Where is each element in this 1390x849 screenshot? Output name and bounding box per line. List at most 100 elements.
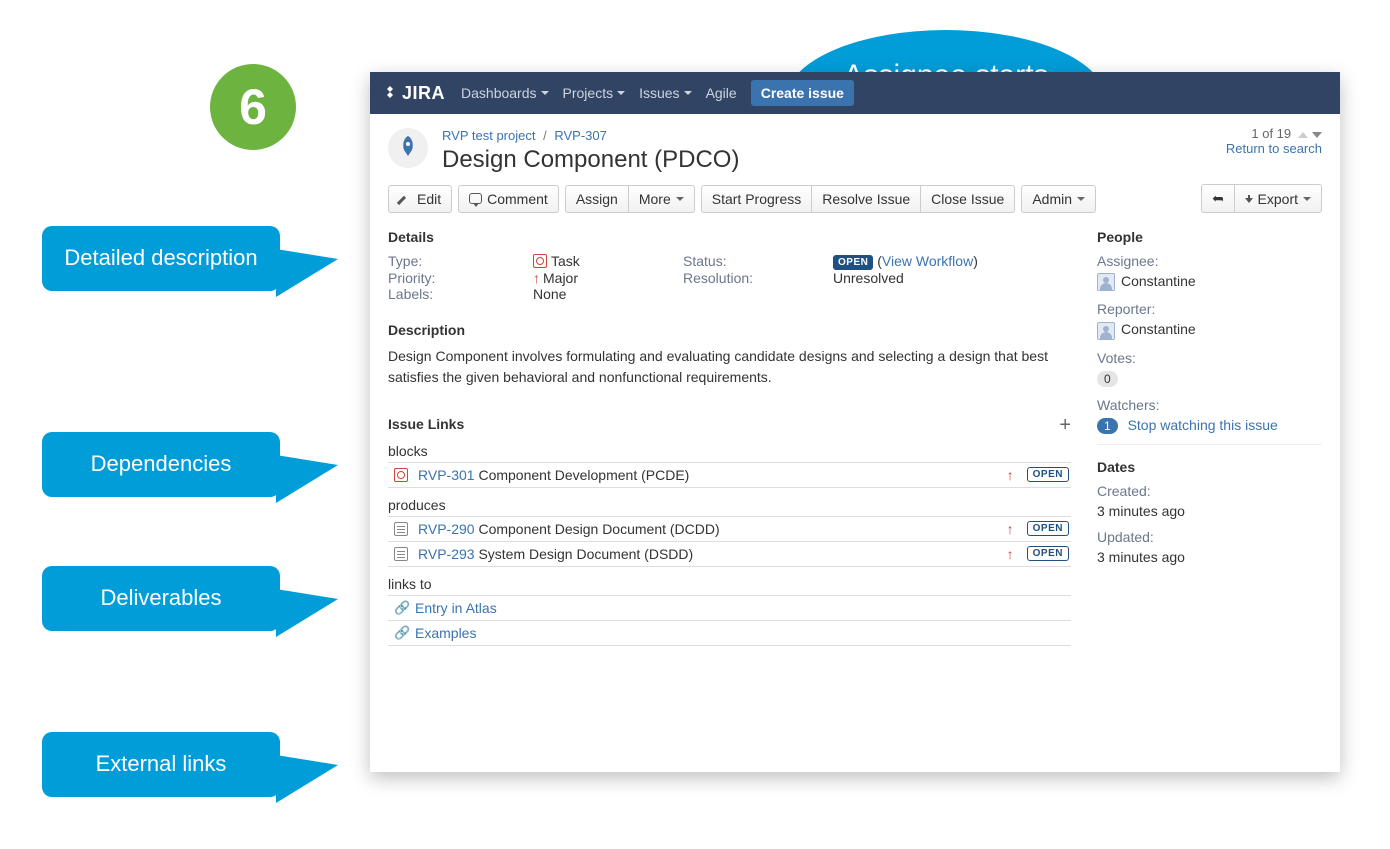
status-value: OPEN (View Workflow) [833,253,1071,270]
avatar-icon [1097,322,1115,340]
status-label: Status: [683,253,833,270]
rocket-icon [394,134,422,162]
created-value: 3 minutes ago [1097,503,1322,519]
main-column: Details Type: Task Status: OPEN (View Wo… [388,223,1071,652]
callout-dependencies: Dependencies [42,432,280,497]
reporter-value[interactable]: Constantine [1097,321,1322,339]
details-heading: Details [388,229,1071,245]
type-label: Type: [388,253,533,270]
caret-down-icon [1303,197,1311,201]
start-progress-button[interactable]: Start Progress [701,185,812,213]
add-link-button[interactable]: + [1059,418,1071,432]
linked-issue-key[interactable]: RVP-290 [418,521,475,537]
project-avatar[interactable] [388,128,428,168]
linked-issue-row[interactable]: RVP-301 Component Development (PCDE) ↑ OP… [388,462,1071,488]
comment-button[interactable]: Comment [458,185,559,213]
page-type-icon [394,522,408,536]
nav-projects[interactable]: Projects [563,85,626,101]
edit-button[interactable]: Edit [388,185,452,213]
priority-icon: ↑ [533,270,540,286]
labels-value: None [533,286,683,302]
nav-dashboards[interactable]: Dashboards [461,85,549,101]
pencil-icon [399,192,412,205]
link-icon: 🔗 [394,625,409,641]
issue-links-heading: Issue Links [388,416,464,432]
watchers-count: 1 [1097,418,1118,434]
links-blocks: blocks RVP-301 Component Development (PC… [388,440,1071,488]
admin-button[interactable]: Admin [1021,185,1096,213]
watchers-label: Watchers: [1097,397,1322,413]
more-button[interactable]: More [629,185,695,213]
updated-label: Updated: [1097,529,1322,545]
nav-agile[interactable]: Agile [706,85,737,101]
comment-icon [469,193,482,204]
share-icon: ➦ [1212,190,1224,207]
top-nav: JIRA Dashboards Projects Issues Agile Cr… [370,72,1340,114]
assignee-value[interactable]: Constantine [1097,273,1322,291]
avatar-icon [1097,273,1115,291]
resolution-label: Resolution: [683,270,833,286]
linked-issue-title: Component Design Document (DCDD) [478,521,719,537]
pager-next-icon[interactable] [1312,132,1322,138]
link-group-produces-label: produces [388,494,1071,516]
jira-window: JIRA Dashboards Projects Issues Agile Cr… [370,72,1340,772]
assign-button[interactable]: Assign [565,185,629,213]
project-link[interactable]: RVP test project [442,128,535,143]
issue-pager: 1 of 19 [1226,126,1322,141]
external-link-row[interactable]: 🔗 Examples [388,620,1071,646]
issue-key-link[interactable]: RVP-307 [554,128,607,143]
task-type-icon [533,254,547,268]
export-icon [1245,195,1253,203]
labels-label: Labels: [388,286,533,302]
close-issue-button[interactable]: Close Issue [921,185,1015,213]
status-lozenge: OPEN [1027,546,1069,561]
created-label: Created: [1097,483,1322,499]
caret-down-icon [684,91,692,95]
linked-issue-row[interactable]: RVP-293 System Design Document (DSDD) ↑ O… [388,541,1071,567]
jira-logo[interactable]: JIRA [382,83,445,104]
votes-count: 0 [1097,371,1118,387]
linked-issue-key[interactable]: RVP-301 [418,467,475,483]
external-link-row[interactable]: 🔗 Entry in Atlas [388,595,1071,620]
dates-heading: Dates [1097,459,1322,475]
linked-issue-row[interactable]: RVP-290 Component Design Document (DCDD)… [388,516,1071,541]
linked-issue-title: System Design Document (DSDD) [478,546,693,562]
linked-issue-key[interactable]: RVP-293 [418,546,475,562]
priority-icon: ↑ [1007,521,1014,537]
pager-prev-icon[interactable] [1298,132,1308,138]
jira-logo-icon [382,85,398,101]
priority-label: Priority: [388,270,533,286]
status-lozenge: OPEN [833,255,873,270]
updated-value: 3 minutes ago [1097,549,1322,565]
status-lozenge: OPEN [1027,467,1069,482]
external-link[interactable]: Examples [415,625,476,641]
task-type-icon [394,468,408,482]
view-workflow-link[interactable]: View Workflow [882,253,973,269]
export-button[interactable]: Export [1235,184,1322,213]
priority-icon: ↑ [1007,546,1014,562]
priority-value: ↑Major [533,270,683,286]
link-icon: 🔗 [394,600,409,616]
caret-down-icon [1077,197,1085,201]
resolution-value: Unresolved [833,270,1071,286]
stop-watching-link[interactable]: Stop watching this issue [1128,417,1278,433]
caret-down-icon [617,91,625,95]
assignee-label: Assignee: [1097,253,1322,269]
callout-external: External links [42,732,280,797]
create-issue-button[interactable]: Create issue [751,80,854,106]
issue-header: RVP test project / RVP-307 Design Compon… [370,114,1340,184]
return-to-search-link[interactable]: Return to search [1226,141,1322,156]
callout-description: Detailed description [42,226,280,291]
linked-issue-title: Component Development (PCDE) [478,467,689,483]
link-group-blocks-label: blocks [388,440,1071,462]
resolve-issue-button[interactable]: Resolve Issue [812,185,921,213]
people-heading: People [1097,229,1322,245]
breadcrumb: RVP test project / RVP-307 [442,128,739,143]
priority-icon: ↑ [1007,467,1014,483]
nav-issues[interactable]: Issues [639,85,691,101]
page-type-icon [394,547,408,561]
links-linksto: links to 🔗 Entry in Atlas 🔗 Examples [388,573,1071,646]
share-button[interactable]: ➦ [1201,184,1235,213]
external-link[interactable]: Entry in Atlas [415,600,497,616]
callout-deliverables: Deliverables [42,566,280,631]
